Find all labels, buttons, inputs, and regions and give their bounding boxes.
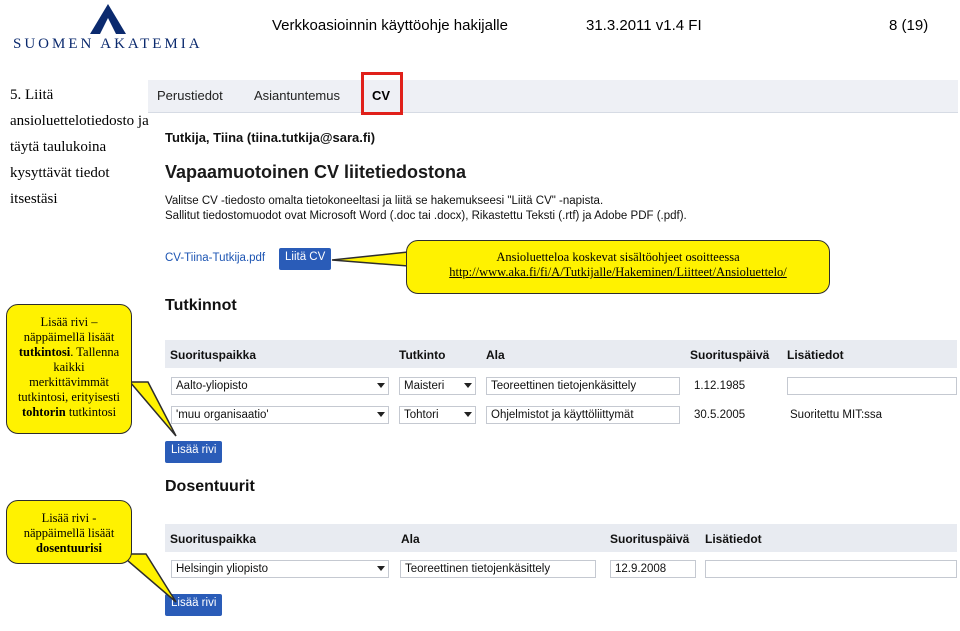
user-line: Tutkija, Tiina (tiina.tutkija@sara.fi) <box>165 130 376 145</box>
guidance-link[interactable]: http://www.aka.fi/fi/A/Tutkijalle/Hakemi… <box>413 265 823 280</box>
organization-select[interactable]: Aalto-yliopisto <box>171 377 389 395</box>
degree-select[interactable]: Maisteri <box>399 377 476 395</box>
attached-file-link[interactable]: CV-Tiina-Tutkija.pdf <box>165 252 265 264</box>
document-title: Verkkoasioinnin käyttöohje hakijalle <box>272 17 508 34</box>
field-input[interactable]: Teoreettinen tietojenkäsittely <box>400 560 596 578</box>
date-value[interactable]: 1.12.1985 <box>694 380 745 392</box>
field-input[interactable]: Teoreettinen tietojenkäsittely <box>486 377 680 395</box>
additional-info-input[interactable] <box>787 377 957 395</box>
dropdown-arrow-icon <box>377 566 385 571</box>
tab-perustiedot[interactable]: Perustiedot <box>157 88 223 103</box>
degree-select[interactable]: Tohtori <box>399 406 476 424</box>
callout-text: Ansioluetteloa koskevat sisältöohjeet os… <box>496 250 740 264</box>
docents-header-row <box>165 524 957 552</box>
date-input[interactable]: 12.9.2008 <box>610 560 696 578</box>
attach-cv-button[interactable]: Liitä CV <box>279 248 332 270</box>
tab-asiantuntemus[interactable]: Asiantuntemus <box>254 88 340 103</box>
dropdown-arrow-icon <box>377 383 385 388</box>
organization-select[interactable]: 'muu organisaatio' <box>171 406 389 424</box>
page-number: 8 (19) <box>889 17 929 34</box>
col-ala: Ala <box>401 532 420 546</box>
col-suorituspaikka: Suorituspaikka <box>170 348 257 362</box>
organization-select[interactable]: Helsingin yliopisto <box>171 560 389 578</box>
callout-pointer <box>331 251 409 267</box>
callout-bold: tutkintosi <box>18 345 71 359</box>
col-lisatiedot: Lisätiedot <box>705 532 762 546</box>
logo-text: Suomen Akatemia <box>13 36 203 52</box>
selected-value: Aalto-yliopisto <box>176 380 248 392</box>
instructions: Valitse CV -tiedosto omalta tietokoneelt… <box>165 194 687 224</box>
instruction-line: Valitse CV -tiedosto omalta tietokoneelt… <box>165 195 604 207</box>
col-ala: Ala <box>486 348 505 362</box>
selected-value: 'muu organisaatio' <box>176 409 269 421</box>
col-lisatiedot: Lisätiedot <box>787 348 844 362</box>
degrees-callout: Lisää rivi – näppäimellä lisäät tutkinto… <box>6 304 132 434</box>
selected-value: Helsingin yliopisto <box>176 563 269 575</box>
col-suorituspaiva: Suorituspäivä <box>610 532 690 546</box>
degrees-title: Tutkinnot <box>165 297 237 314</box>
callout-text: Lisää rivi - näppäimellä lisäät <box>23 511 115 540</box>
document-version: 31.3.2011 v1.4 FI <box>586 17 702 34</box>
callout-bold: tohtorin <box>21 405 66 419</box>
academy-logo-icon <box>90 4 126 34</box>
col-suorituspaiva: Suorituspäivä <box>690 348 770 362</box>
callout-bold: dosentuurisi <box>36 541 102 555</box>
docents-title: Dosentuurit <box>165 478 255 495</box>
field-input[interactable]: Ohjelmistot ja käyttöliittymät <box>486 406 680 424</box>
col-tutkinto: Tutkinto <box>399 348 446 362</box>
col-suorituspaikka: Suorituspaikka <box>170 532 257 546</box>
additional-info-input[interactable] <box>705 560 957 578</box>
cv-guidance-callout: Ansioluetteloa koskevat sisältöohjeet os… <box>406 240 830 294</box>
step-instruction: 5. Liitä ansioluettelotiedosto ja täytä … <box>10 87 149 207</box>
docents-callout: Lisää rivi - näppäimellä lisäät dosentuu… <box>6 500 132 564</box>
dropdown-arrow-icon <box>377 412 385 417</box>
dropdown-arrow-icon <box>464 412 472 417</box>
instruction-line: Sallitut tiedostomuodot ovat Microsoft W… <box>165 210 687 222</box>
page-title: Vapaamuotoinen CV liitetiedostona <box>165 162 467 182</box>
cv-tab-highlight <box>361 72 403 115</box>
date-value[interactable]: 30.5.2005 <box>694 409 745 421</box>
selected-value: Maisteri <box>404 380 445 392</box>
add-degree-row-button[interactable]: Lisää rivi <box>165 441 223 463</box>
additional-info-value[interactable]: Suoritettu MIT:ssa <box>790 409 882 421</box>
dropdown-arrow-icon <box>464 383 472 388</box>
callout-text: tutkintosi <box>65 405 117 419</box>
callout-text: Lisää rivi – näppäimellä lisäät <box>23 315 115 344</box>
selected-value: Tohtori <box>404 409 439 421</box>
